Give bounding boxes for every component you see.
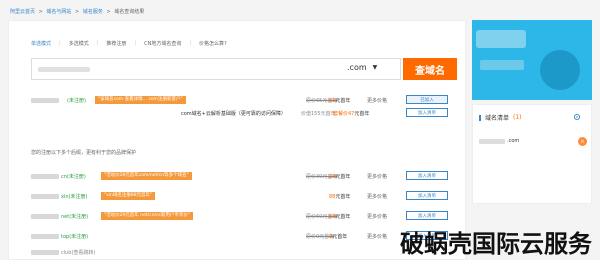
banner-shape — [480, 60, 524, 70]
header-accent-bar — [479, 114, 481, 121]
availability-status[interactable]: club(查看跳转) — [61, 249, 95, 256]
breadcrumb-separator: > — [75, 9, 80, 15]
search-mode-tabs: 单选模式 | 多选模式 | 推荐注册 | CN地方域名查询 | 价格怎么算? — [31, 40, 227, 47]
suggestion-row: xin(未注册) "xin域名注册88元首年" 88元首年 更多价格 加入清单 — [31, 191, 461, 203]
tab-divider: | — [189, 40, 192, 46]
promo-badge: "活动价28元首年com/net/cn等多个域名" — [101, 172, 192, 180]
added-to-list-button[interactable]: 已加入 — [406, 95, 448, 104]
domain-name-blurred — [31, 234, 59, 239]
result-row: com域名+云解析基础版（更可靠的访问保障） 价值155元首年 套餐价47元首年… — [31, 108, 461, 120]
add-to-list-button[interactable]: 加入清单 — [406, 171, 448, 180]
search-query-blurred — [38, 67, 90, 72]
domain-name-blurred — [31, 250, 59, 255]
tab-cn-local[interactable]: CN地方域名查询 — [144, 40, 181, 47]
breadcrumb-domain-service-link[interactable]: 域名服务 — [83, 9, 103, 15]
suggestion-row: cn(未注册) "活动价28元首年com/net/cn等多个域名" 原价39元首… — [31, 171, 461, 183]
suggestion-row: top(未注册) 原价9元首年 9元首年 更多价格 加入清单 — [31, 231, 461, 243]
domain-name-blurred — [31, 214, 59, 219]
tab-recommend[interactable]: 推荐注册 — [106, 40, 126, 47]
suggestion-hint: 您的注册以下多个后缀，更有利于您的品牌保护 — [31, 150, 137, 156]
sale-price: 59元首年 — [329, 214, 351, 220]
gear-icon[interactable] — [573, 113, 581, 121]
tab-single-mode[interactable]: 单选模式 — [31, 40, 51, 47]
domain-list-item: .com × — [479, 137, 587, 146]
bundle-description: com域名+云解析基础版（更可靠的访问保障） — [181, 111, 286, 117]
tab-pricing-help[interactable]: 价格怎么算? — [199, 40, 227, 47]
domain-list-header: 域名清单 (1) — [479, 113, 581, 122]
breadcrumb: 阿里云首页 > 域名与网站 > 域名服务 > 域名查询结果 — [10, 8, 146, 15]
tab-divider: | — [134, 40, 137, 46]
domain-name-blurred — [31, 194, 59, 199]
tld-select-value: .com — [347, 63, 367, 72]
more-prices-link[interactable]: 更多价格 — [367, 213, 387, 220]
breadcrumb-current: 域名查询结果 — [114, 9, 145, 15]
suggestion-row: club(查看跳转) — [31, 247, 461, 259]
domain-list-count: (1) — [513, 114, 522, 121]
promo-banner-image[interactable] — [472, 20, 592, 100]
sale-price: 55元首年 — [329, 98, 351, 104]
tab-divider: | — [96, 40, 99, 46]
availability-status: cn(未注册) — [61, 174, 86, 180]
domain-search-bar: .com ▼ 查域名 — [31, 58, 457, 80]
remove-icon[interactable]: × — [578, 137, 587, 146]
watermark-text: 破蜗壳国际云服务 — [400, 230, 592, 258]
more-prices-link[interactable]: 更多价格 — [367, 97, 387, 104]
bundle-value: 价值155元首年 — [301, 111, 336, 117]
more-prices-link[interactable]: 更多价格 — [367, 173, 387, 180]
banner-shape — [540, 50, 580, 90]
availability-status: (未注册) — [67, 98, 86, 104]
search-results-panel: 单选模式 | 多选模式 | 推荐注册 | CN地方域名查询 | 价格怎么算? .… — [8, 20, 466, 260]
sale-price: 29元首年 — [329, 174, 351, 180]
add-to-list-button[interactable]: 加入清单 — [406, 191, 448, 200]
result-row: (未注册) "该域名com 查看详情... com注册新客户" 原价65元首年 … — [31, 95, 461, 107]
tab-multi-mode[interactable]: 多选模式 — [69, 40, 89, 47]
domain-name-blurred — [31, 98, 59, 103]
caret-down-icon: ▼ — [372, 64, 378, 71]
domain-list-tld: .com — [507, 138, 520, 144]
sale-price: 9元首年 — [329, 234, 348, 240]
more-prices-link[interactable]: 更多价格 — [367, 193, 387, 200]
promo-badge: "活动价29元首年 net/cn/cc新用户专享价" — [101, 212, 193, 220]
banner-shape — [476, 30, 526, 48]
domain-name-blurred — [479, 139, 505, 144]
availability-status: net(未注册) — [61, 214, 89, 220]
promo-badge: "该域名com 查看详情... com注册新客户" — [95, 96, 186, 104]
bundle-price: 套餐价47元首年 — [333, 111, 370, 117]
tld-select[interactable]: .com ▼ — [347, 63, 377, 72]
availability-status: xin(未注册) — [61, 194, 88, 200]
suggestion-row: net(未注册) "活动价29元首年 net/cn/cc新用户专享价" 原价69… — [31, 211, 461, 223]
add-to-list-button[interactable]: 加入清单 — [406, 211, 448, 220]
breadcrumb-separator: > — [38, 9, 43, 15]
breadcrumb-website-link[interactable]: 域名与网站 — [46, 9, 71, 15]
add-to-list-button[interactable]: 加入清单 — [406, 108, 448, 117]
breadcrumb-separator: > — [106, 9, 111, 15]
availability-status: top(未注册) — [61, 234, 89, 240]
search-domain-button[interactable]: 查域名 — [403, 58, 457, 80]
domain-search-input[interactable]: .com ▼ — [31, 58, 401, 80]
sale-price: 88元首年 — [329, 194, 351, 200]
domain-list-panel: 域名清单 (1) .com × — [472, 104, 592, 204]
tab-divider: | — [59, 40, 61, 46]
domain-list-title: 域名清单 — [485, 115, 510, 122]
promo-badge: "xin域名注册88元首年" — [101, 192, 156, 200]
breadcrumb-home-link[interactable]: 阿里云首页 — [10, 9, 35, 15]
more-prices-link[interactable]: 更多价格 — [367, 233, 387, 240]
domain-name-blurred — [31, 174, 59, 179]
